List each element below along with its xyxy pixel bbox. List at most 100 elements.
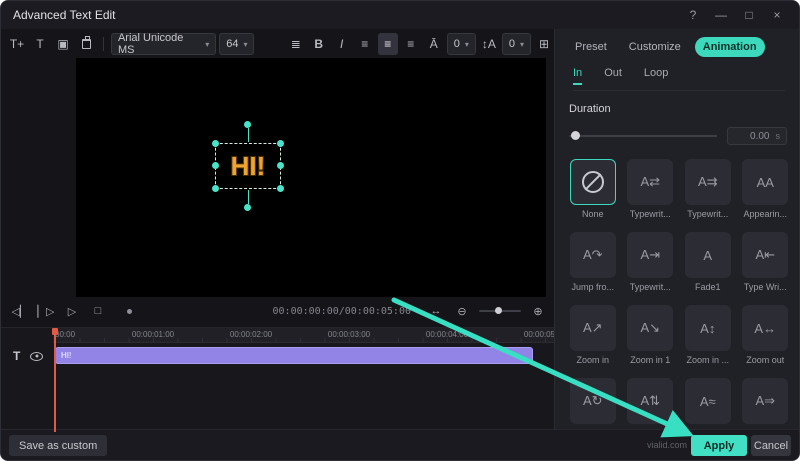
animation-thumbnail[interactable]: A⇅ <box>627 378 674 424</box>
letter-spacing-icon[interactable]: Ā <box>424 33 444 55</box>
previous-frame-button[interactable]: ◁▏ <box>9 301 31 321</box>
help-icon[interactable]: ? <box>683 5 703 25</box>
animation-thumbnail[interactable]: A↔ <box>742 305 789 351</box>
zoom-out-button[interactable]: ⊖ <box>451 301 473 321</box>
letter-spacing-value: 0 <box>453 38 460 50</box>
next-frame-button[interactable]: ▏▷ <box>35 301 57 321</box>
add-text-icon[interactable]: T+ <box>7 33 27 55</box>
animation-thumbnail[interactable]: A↗ <box>569 305 616 351</box>
tab-customize[interactable]: Customize <box>621 37 689 57</box>
resize-handle[interactable] <box>212 162 219 169</box>
animation-item-typewrit[interactable]: A⇥ Typewrit... <box>625 232 677 293</box>
zoom-slider-handle[interactable] <box>495 307 502 314</box>
animation-item-zoom-in[interactable]: A↕ Zoom in ... <box>682 305 734 366</box>
delete-icon[interactable] <box>76 33 96 55</box>
timeline-ruler[interactable]: 00:00 00:00:01:00 00:00:02:00 00:00:03:00 00… <box>53 328 554 343</box>
watermark: vialid.com <box>646 440 687 450</box>
animation-item-typewrit[interactable]: A⇄ Typewrit... <box>625 159 677 220</box>
animation-label: Appearin... <box>743 209 788 219</box>
subtab-in[interactable]: In <box>573 67 583 85</box>
subtab-out[interactable]: Out <box>604 67 622 85</box>
maximize-icon[interactable]: □ <box>739 5 759 25</box>
animation-item-round-z[interactable]: A↻Round z... <box>567 378 619 431</box>
zoom-slider[interactable] <box>479 307 521 314</box>
line-spacing-select[interactable]: 0 ▾ <box>501 33 531 55</box>
resize-handle[interactable] <box>212 140 219 147</box>
text-spacing-icon[interactable]: ≣ <box>286 33 306 55</box>
align-left-icon[interactable]: ≡ <box>355 33 375 55</box>
italic-button[interactable]: I <box>332 33 352 55</box>
animation-thumbnail[interactable]: A <box>684 232 731 278</box>
play-button[interactable]: ▷ <box>61 301 83 321</box>
tab-preset[interactable]: Preset <box>567 37 615 57</box>
font-size-select[interactable]: 64 ▾ <box>219 33 255 55</box>
chevron-down-icon: ▾ <box>205 39 210 49</box>
animation-item-evaporate[interactable]: A≈Evaporate <box>682 378 734 431</box>
tab-animation[interactable]: Animation <box>694 37 765 57</box>
apply-button[interactable]: Apply <box>691 435 747 456</box>
fit-duration-icon[interactable]: ↔ <box>425 301 447 321</box>
animation-item-zoom-in[interactable]: A↗ Zoom in <box>567 305 619 366</box>
animation-thumbnail[interactable]: A⇒ <box>742 378 789 424</box>
animation-item-push[interactable]: A⇒Push <box>740 378 792 431</box>
duration-value-box[interactable]: 0.00 s <box>727 127 787 145</box>
animation-item-type-wri[interactable]: A⇤ Type Wri... <box>740 232 792 293</box>
save-as-custom-button[interactable]: Save as custom <box>9 435 108 456</box>
animation-item-none[interactable]: None <box>567 159 619 220</box>
scrub-knob[interactable] <box>127 308 132 314</box>
duration-slider[interactable] <box>569 131 717 140</box>
animation-item-zoom-out[interactable]: A↔ Zoom out <box>740 305 792 366</box>
duration-slider-handle[interactable] <box>571 131 580 140</box>
minimize-icon[interactable]: — <box>711 5 731 25</box>
resize-handle[interactable] <box>212 185 219 192</box>
resize-handle[interactable] <box>277 140 284 147</box>
preview-canvas[interactable]: HI! <box>76 58 546 297</box>
animation-item-zoom-in-1[interactable]: A↘ Zoom in 1 <box>625 305 677 366</box>
text-preset-icon[interactable]: T <box>30 33 50 55</box>
canvas-text[interactable]: HI! <box>231 151 266 182</box>
animation-item-typewrit[interactable]: A⇉ Typewrit... <box>682 159 734 220</box>
duration-label: Duration <box>569 103 611 115</box>
transport-bar: ◁▏ ▏▷ ▷ □ 00:00:00:00/00:00:05:00 ↔ ⊖ ⊕ <box>9 299 549 323</box>
align-right-icon[interactable]: ≡ <box>401 33 421 55</box>
ruler-label: 00:00:03:00 <box>327 330 371 339</box>
rotation-stem-top <box>248 128 249 142</box>
stop-button[interactable]: □ <box>87 301 109 321</box>
cancel-button[interactable]: Cancel <box>751 435 791 456</box>
line-spacing-icon[interactable]: ↕A <box>479 33 499 55</box>
align-center-icon[interactable]: ≡ <box>377 33 398 55</box>
animation-thumbnail[interactable]: A≈ <box>684 378 731 424</box>
animation-thumbnail[interactable]: AA <box>742 159 789 205</box>
bold-button[interactable]: B <box>309 33 329 55</box>
none-icon[interactable] <box>569 159 616 205</box>
subtab-loop[interactable]: Loop <box>644 67 668 85</box>
resize-handle[interactable] <box>277 185 284 192</box>
animation-item-single-w[interactable]: A⇅Single-w... <box>625 378 677 431</box>
text-clip[interactable]: HI! <box>55 347 533 364</box>
text-box-icon[interactable]: ⊞ <box>534 33 554 55</box>
resize-handle[interactable] <box>277 162 284 169</box>
playhead[interactable] <box>52 328 58 432</box>
letter-spacing-select[interactable]: 0 ▾ <box>446 33 476 55</box>
animation-item-jump-fro[interactable]: A↷ Jump fro... <box>567 232 619 293</box>
animation-thumbnail[interactable]: A↘ <box>627 305 674 351</box>
animation-thumbnail[interactable]: A⇥ <box>627 232 674 278</box>
animation-item-appearin[interactable]: AA Appearin... <box>740 159 792 220</box>
rotate-handle[interactable] <box>244 204 251 211</box>
animation-thumbnail[interactable]: A↷ <box>569 232 616 278</box>
animation-thumbnail[interactable]: A⇤ <box>742 232 789 278</box>
zoom-in-button[interactable]: ⊕ <box>527 301 549 321</box>
animation-item-fade1[interactable]: A Fade1 <box>682 232 734 293</box>
rotate-handle[interactable] <box>244 121 251 128</box>
animation-thumbnail[interactable]: A⇄ <box>627 159 674 205</box>
window-title: Advanced Text Edit <box>13 8 116 22</box>
toolbar-divider <box>103 37 104 51</box>
text-selection-box[interactable]: HI! <box>212 121 284 211</box>
animation-thumbnail[interactable]: A↻ <box>569 378 616 424</box>
visibility-eye-icon[interactable] <box>30 351 44 361</box>
close-icon[interactable]: × <box>767 5 787 25</box>
animation-thumbnail[interactable]: A↕ <box>684 305 731 351</box>
font-family-select[interactable]: Arial Unicode MS ▾ <box>110 32 217 56</box>
animation-thumbnail[interactable]: A⇉ <box>684 159 731 205</box>
media-icon[interactable]: ▣ <box>53 33 73 55</box>
